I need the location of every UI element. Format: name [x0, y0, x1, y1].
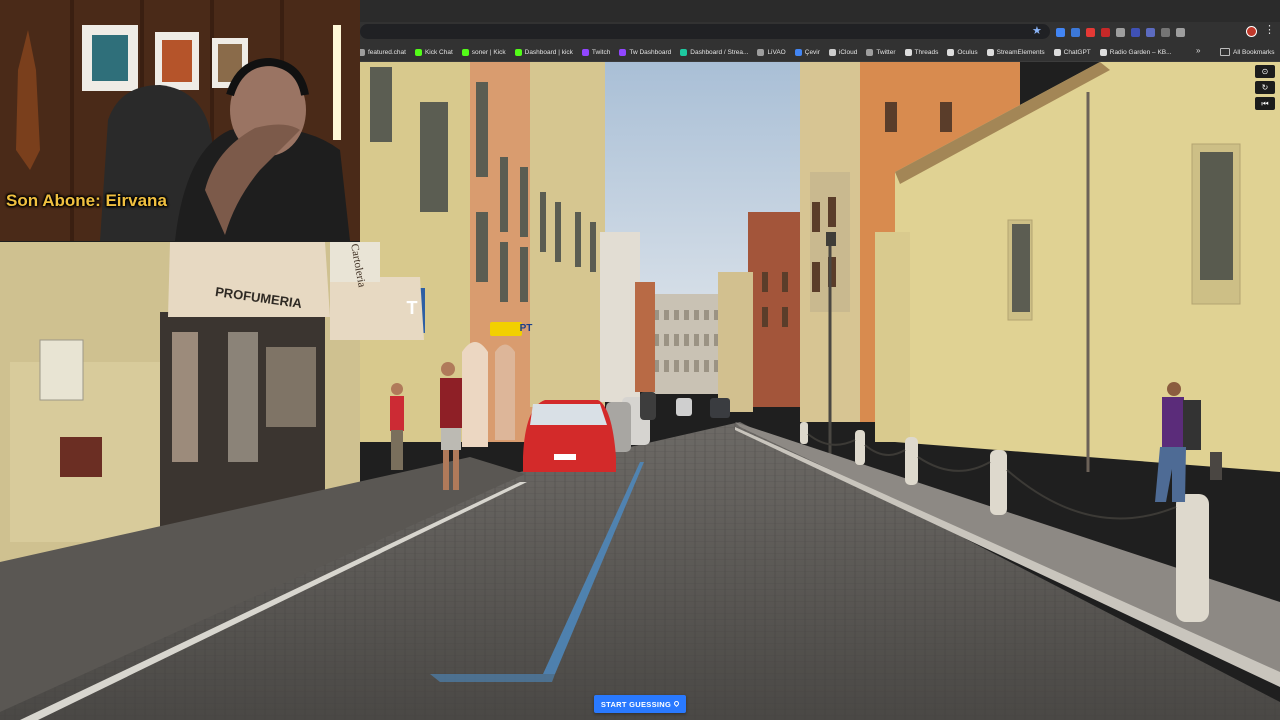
bookmark-label: Tw Dashboard — [629, 48, 672, 56]
globe-icon — [866, 48, 874, 56]
bookmark-label: iCloud — [838, 48, 858, 56]
bookmark-label: Threads — [914, 48, 939, 56]
chatgpt-icon — [1053, 48, 1061, 56]
bookmarks-overflow-button[interactable]: » — [1196, 46, 1200, 55]
bookmark-label: Twitter — [876, 48, 896, 56]
extension-icon[interactable] — [1086, 27, 1095, 37]
bookmark-item[interactable]: Çevir — [794, 48, 820, 56]
translate-icon — [794, 48, 802, 56]
start-guessing-button[interactable]: START GUESSING — [594, 695, 686, 713]
extension-icon[interactable] — [1101, 27, 1110, 37]
reset-view-icon[interactable]: ↻ — [1255, 81, 1275, 94]
map-pin-icon — [673, 699, 681, 707]
bookmark-item[interactable]: Dashboard / Strea... — [680, 48, 749, 56]
bookmark-item[interactable]: Dashboard | kick — [514, 48, 573, 56]
bookmark-item[interactable]: ChatGPT — [1053, 48, 1091, 56]
bookmark-item[interactable]: Kick Chat — [414, 48, 453, 56]
poste-sign: PT — [520, 323, 533, 334]
bookmark-item[interactable]: iCloud — [828, 48, 858, 56]
all-bookmarks-label: All Bookmarks — [1233, 48, 1275, 56]
latest-subscriber-caption: Son Abone: Eirvana — [6, 191, 167, 210]
bookmark-label: soner | Kick — [471, 48, 506, 56]
extension-icon[interactable] — [1161, 27, 1170, 37]
extension-icon[interactable] — [1131, 27, 1140, 37]
extension-icon[interactable] — [1146, 27, 1155, 37]
bookmark-item[interactable]: LiVAO — [757, 48, 786, 56]
tabacchi-sign: T — [407, 298, 418, 318]
bookmark-label: LiVAO — [767, 48, 786, 56]
bookmark-item[interactable]: featured.chat — [358, 48, 406, 56]
bookmarks-list: featured.chat Kick Chat soner | Kick Dashbo… — [358, 42, 1172, 62]
webcam-overlay: Son Abone: Eirvana — [0, 0, 360, 241]
bookmark-label: StreamElements — [996, 48, 1045, 56]
bookmark-item[interactable]: Tw Dashboard — [619, 48, 672, 56]
bookmark-item[interactable]: Radio Garden – KB... — [1099, 48, 1172, 56]
bookmark-label: featured.chat — [368, 48, 406, 56]
bookmark-item[interactable]: Oculus — [947, 48, 978, 56]
apple-icon — [828, 48, 836, 56]
twitch-icon — [619, 48, 627, 56]
extension-icon[interactable] — [1176, 27, 1185, 37]
bookmark-item[interactable]: Twitch — [581, 48, 611, 56]
oculus-icon — [947, 48, 955, 56]
extensions-area — [1056, 26, 1185, 38]
twitch-icon — [581, 48, 589, 56]
bookmark-item[interactable]: soner | Kick — [461, 48, 506, 56]
bookmark-label: Çevir — [804, 48, 820, 56]
profile-avatar[interactable] — [1246, 26, 1257, 37]
colosseum — [648, 294, 726, 394]
radio-icon — [1099, 48, 1107, 56]
threads-icon — [904, 48, 912, 56]
extension-icon[interactable] — [1116, 27, 1125, 37]
bookmark-label: Dashboard / Strea... — [690, 48, 749, 56]
all-bookmarks-button[interactable]: All Bookmarks — [1220, 42, 1275, 62]
compass-icon[interactable]: ⊙ — [1255, 65, 1275, 78]
streamelements-icon — [986, 48, 994, 56]
bookmark-label: Radio Garden – KB... — [1109, 48, 1172, 56]
kick-icon — [414, 48, 422, 56]
kick-icon — [514, 48, 522, 56]
bookmark-label: Kick Chat — [424, 48, 453, 56]
bookmark-label: ChatGPT — [1063, 48, 1091, 56]
streamelements-icon — [680, 48, 688, 56]
folder-icon — [1220, 48, 1230, 56]
extension-icon[interactable] — [1056, 27, 1065, 37]
street-view-controls: ⊙ ↻ ⏮ — [1255, 65, 1275, 110]
bookmark-item[interactable]: Threads — [904, 48, 939, 56]
bookmark-label: Twitch — [591, 48, 611, 56]
return-to-start-icon[interactable]: ⏮ — [1255, 97, 1275, 110]
bookmark-item[interactable]: Twitter — [866, 48, 896, 56]
kick-icon — [461, 48, 469, 56]
start-guessing-label: START GUESSING — [600, 699, 672, 709]
browser-menu-icon[interactable]: ⋮ — [1264, 24, 1275, 37]
bookmark-label: Dashboard | kick — [524, 48, 573, 56]
extension-icon[interactable] — [1071, 27, 1080, 37]
globe-icon — [757, 48, 765, 56]
address-bar[interactable] — [360, 24, 1050, 39]
bookmark-star-icon[interactable]: ★ — [1032, 25, 1042, 38]
bookmark-item[interactable]: StreamElements — [986, 48, 1045, 56]
bookmark-label: Oculus — [957, 48, 978, 56]
